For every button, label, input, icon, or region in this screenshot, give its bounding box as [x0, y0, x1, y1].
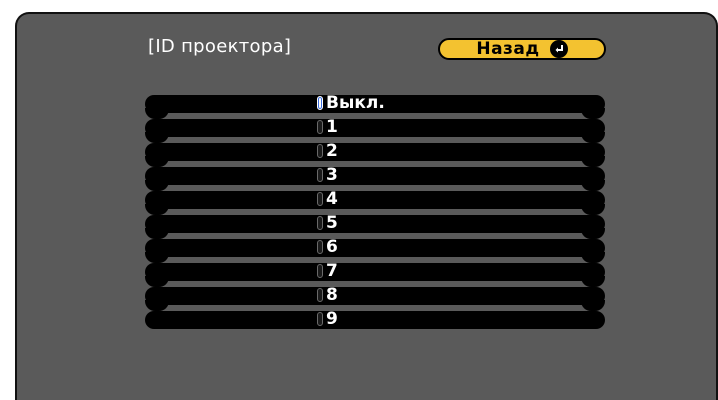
page-title: [ID проектора] — [148, 36, 292, 57]
option-label: Выкл. — [326, 93, 385, 113]
radio-unselected-icon[interactable] — [317, 192, 323, 206]
option-row-4[interactable]: 4 — [145, 189, 605, 215]
option-label: 4 — [326, 189, 338, 209]
radio-unselected-icon[interactable] — [317, 312, 323, 326]
option-row-off[interactable]: Выкл. — [145, 93, 605, 119]
radio-unselected-icon[interactable] — [317, 120, 323, 134]
radio-unselected-icon[interactable] — [317, 216, 323, 230]
option-row-6[interactable]: 6 — [145, 237, 605, 263]
option-label: 5 — [326, 213, 338, 233]
option-row-2[interactable]: 2 — [145, 141, 605, 167]
enter-return-icon — [549, 40, 568, 58]
option-label: 9 — [326, 309, 338, 329]
projector-id-options-list: Выкл. 1 2 3 4 5 6 7 8 9 — [145, 93, 605, 335]
radio-unselected-icon[interactable] — [317, 168, 323, 182]
option-label: 1 — [326, 117, 338, 137]
option-row-9[interactable]: 9 — [145, 309, 605, 329]
back-button[interactable]: Назад — [438, 38, 606, 60]
option-label: 2 — [326, 141, 338, 161]
screen: [ID проектора] Назад Выкл. 1 2 3 4 5 6 7… — [0, 0, 718, 400]
option-row-3[interactable]: 3 — [145, 165, 605, 191]
option-label: 7 — [326, 261, 338, 281]
option-row-5[interactable]: 5 — [145, 213, 605, 239]
option-row-1[interactable]: 1 — [145, 117, 605, 143]
option-label: 6 — [326, 237, 338, 257]
radio-selected-icon[interactable] — [317, 96, 323, 110]
option-label: 8 — [326, 285, 338, 305]
back-button-label: Назад — [476, 39, 540, 59]
option-row-7[interactable]: 7 — [145, 261, 605, 287]
radio-unselected-icon[interactable] — [317, 240, 323, 254]
option-row-8[interactable]: 8 — [145, 285, 605, 311]
radio-unselected-icon[interactable] — [317, 288, 323, 302]
radio-unselected-icon[interactable] — [317, 144, 323, 158]
option-label: 3 — [326, 165, 338, 185]
radio-unselected-icon[interactable] — [317, 264, 323, 278]
